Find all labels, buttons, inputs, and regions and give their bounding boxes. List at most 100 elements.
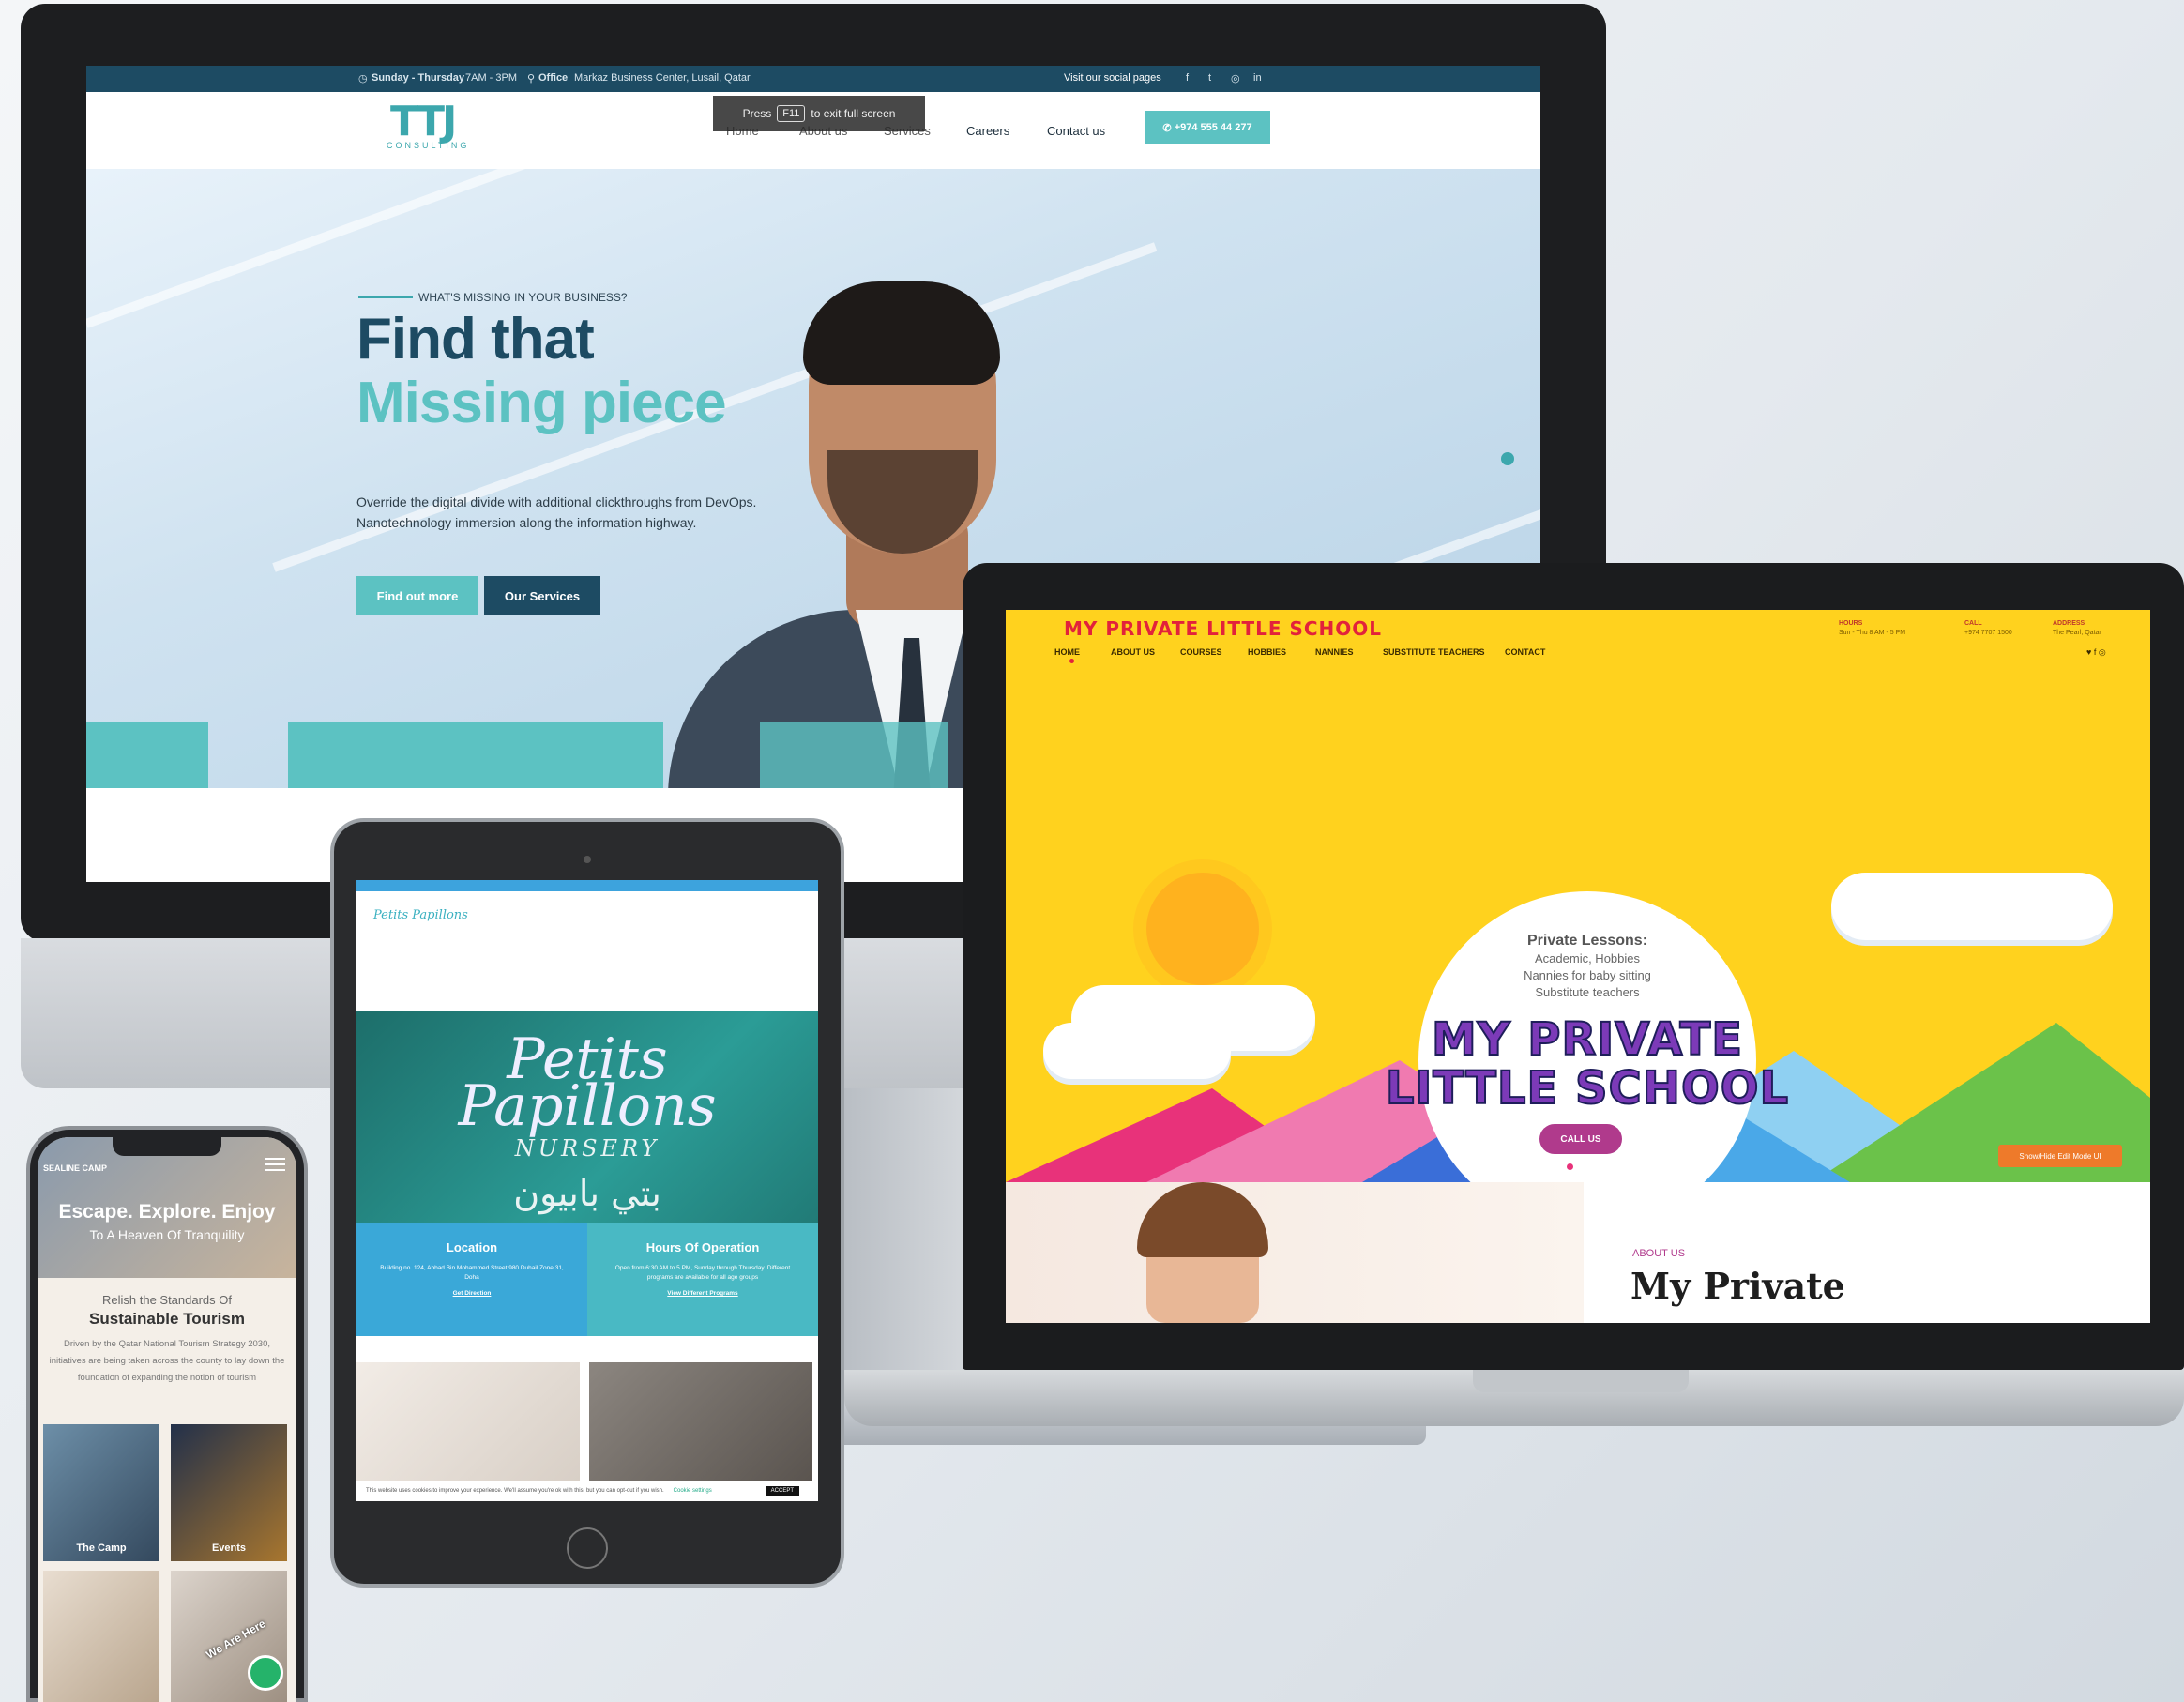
cookie-settings-link[interactable]: Cookie settings	[674, 1488, 712, 1494]
sealine-logo[interactable]: SEALINE CAMP	[43, 1163, 107, 1173]
phone-icon: ✆	[1162, 122, 1175, 134]
glass-stripe	[86, 169, 882, 328]
slider-dot[interactable]	[1501, 452, 1514, 465]
phone-hero-subtitle: To A Heaven Of Tranquility	[89, 1227, 245, 1242]
hero-school-line1: MY PRIVATE	[1431, 1013, 1744, 1066]
lessons-line3: Substitute teachers	[1535, 985, 1640, 999]
nursery-logo[interactable]: Petits Papillons	[373, 908, 468, 922]
facebook-icon[interactable]: f	[1186, 72, 1189, 84]
call-info[interactable]: CALL +974 7707 1500	[1964, 619, 2012, 638]
hours-text: Open from 6:30 AM to 5 PM, Sunday throug…	[614, 1265, 791, 1281]
hero-title-line1: Find that	[356, 307, 595, 372]
find-out-more-button[interactable]: Find out more	[356, 576, 478, 615]
tablet-website: Petits Papillons Petits Papillons NURSER…	[356, 880, 818, 1501]
instagram-icon[interactable]: ◎	[1231, 72, 1240, 84]
phone-hero-title: Escape. Explore. Enjoy	[58, 1201, 276, 1223]
top-info-bar: ◷ Sunday - Thursday 7AM - 3PM ⚲ Office M…	[86, 66, 1540, 92]
address-info: ADDRESS The Pearl, Qatar	[2053, 619, 2101, 638]
our-services-button[interactable]: Our Services	[484, 576, 600, 615]
location-text: Building no. 124, Abbad Bin Mohammed Str…	[380, 1265, 564, 1281]
hero-eyebrow: WHAT'S MISSING IN YOUR BUSINESS?	[418, 291, 628, 304]
twitter-icon[interactable]: t	[1208, 72, 1211, 84]
woman-hair	[1137, 1182, 1268, 1257]
baby-photo	[356, 1362, 580, 1481]
school-social-icons[interactable]: ♥ f ◎	[2086, 647, 2106, 658]
child-photo	[589, 1362, 812, 1481]
hero-school-name: MY PRIVATE LITTLE SCHOOL	[1381, 1013, 1794, 1115]
fullscreen-notice: Press F11 to exit full screen	[713, 96, 925, 131]
call-us-button[interactable]: CALL US	[1539, 1124, 1622, 1154]
school-nav-courses[interactable]: COURSES	[1180, 647, 1222, 657]
call-label: CALL	[1964, 620, 1982, 627]
hero-copy: Override the digital divide with additio…	[356, 492, 788, 533]
lessons-line2: Nannies for baby sitting	[1524, 968, 1651, 982]
tablet-home-button[interactable]	[567, 1527, 608, 1569]
lessons-line1: Academic, Hobbies	[1535, 951, 1640, 965]
cookie-banner: This website uses cookies to improve you…	[356, 1481, 818, 1501]
chat-bubble-icon[interactable]	[248, 1655, 283, 1691]
hours-info: HOURS Sun - Thu 8 AM - 5 PM	[1839, 619, 1905, 638]
hours-label: HOURS	[1839, 620, 1863, 627]
address-value: The Pearl, Qatar	[2053, 630, 2101, 636]
nursery-hero: Petits Papillons NURSERY بتي بابيون	[356, 1011, 818, 1227]
school-header: MY PRIVATE LITTLE SCHOOL HOME ABOUT US C…	[1006, 610, 2150, 704]
cookie-accept-button[interactable]: ACCEPT	[765, 1486, 799, 1496]
active-nav-dot	[1069, 659, 1074, 663]
school-nav-contact[interactable]: CONTACT	[1505, 647, 1545, 657]
school-nav-substitute[interactable]: SUBSTITUTE TEACHERS	[1383, 647, 1485, 657]
cookie-text: This website uses cookies to improve you…	[366, 1488, 664, 1494]
nav-contact[interactable]: Contact us	[1047, 124, 1105, 138]
tablet-topband	[356, 880, 818, 891]
sustainable-heading: Sustainable Tourism	[89, 1310, 245, 1328]
hero-arabic: بتي بابيون	[513, 1173, 661, 1214]
hero-copy-line2: Nanotechnology immersion along the infor…	[356, 515, 697, 530]
lessons-title: Private Lessons:	[1526, 933, 1648, 949]
hours-time: 7AM - 3PM	[465, 72, 518, 84]
nav-careers[interactable]: Careers	[966, 124, 1009, 138]
show-hide-edit-button[interactable]: Show/Hide Edit Mode UI	[1998, 1145, 2122, 1167]
location-card: Location Building no. 124, Abbad Bin Moh…	[356, 1223, 587, 1336]
hero-copy-line1: Override the digital divide with additio…	[356, 494, 757, 509]
person-hair	[803, 281, 1000, 385]
phone-notch	[113, 1137, 221, 1156]
linkedin-icon[interactable]: in	[1253, 72, 1262, 84]
hours-value: Sun - Thu 8 AM - 5 PM	[1839, 630, 1906, 636]
main-navbar: TTJ CONSULTING Home About us Services Ca…	[86, 92, 1540, 169]
hours-card: Hours Of Operation Open from 6:30 AM to …	[587, 1223, 818, 1336]
sun-illustration	[1146, 873, 1259, 985]
events-tile[interactable]: Events	[171, 1424, 287, 1561]
hero-nursery: NURSERY	[514, 1135, 660, 1162]
tablet-camera	[584, 856, 591, 863]
school-logo[interactable]: MY PRIVATE LITTLE SCHOOL	[1064, 617, 1382, 640]
teal-block	[86, 722, 208, 788]
hamburger-menu-icon[interactable]	[265, 1158, 285, 1171]
hero-papillons: Papillons	[458, 1073, 717, 1139]
notice-text: to exit full screen	[811, 107, 896, 120]
address-label: ADDRESS	[2053, 620, 2085, 627]
camp-tile[interactable]: The Camp	[43, 1424, 159, 1561]
view-programs-link[interactable]: View Different Programs	[587, 1290, 818, 1297]
school-nav-about[interactable]: ABOUT US	[1111, 647, 1155, 657]
laptop-website: MY PRIVATE LITTLE SCHOOL HOME ABOUT US C…	[1006, 610, 2150, 1323]
tourism-body: Driven by the Qatar National Tourism Str…	[49, 1339, 285, 1383]
office-address: Markaz Business Center, Lusail, Qatar	[574, 72, 751, 84]
school-nav-hobbies[interactable]: HOBBIES	[1248, 647, 1286, 657]
notice-press: Press	[742, 107, 772, 120]
slider-dot[interactable]	[1567, 1163, 1573, 1170]
about-title: My Private	[1630, 1265, 1845, 1307]
phone-cta-button[interactable]: ✆ +974 555 44 277	[1145, 111, 1270, 144]
hero-title-line2: Missing piece	[356, 371, 727, 435]
about-section: ABOUT US My Private	[1006, 1182, 2150, 1323]
slider-dot[interactable]	[1582, 1163, 1588, 1170]
school-nav-home[interactable]: HOME	[1054, 647, 1080, 657]
clock-icon: ◷	[358, 73, 368, 84]
hero-school-line2: LITTLE SCHOOL	[1385, 1062, 1790, 1115]
room-tile[interactable]	[43, 1571, 159, 1702]
notice-key: F11	[777, 105, 806, 122]
school-nav-nannies[interactable]: NANNIES	[1315, 647, 1354, 657]
cloud-illustration	[1831, 873, 2113, 940]
about-eyebrow: ABOUT US	[1632, 1248, 1686, 1259]
office-label: Office	[538, 72, 569, 84]
ttj-logo[interactable]: TTJ CONSULTING	[387, 98, 490, 152]
get-direction-link[interactable]: Get Direction	[356, 1290, 587, 1297]
